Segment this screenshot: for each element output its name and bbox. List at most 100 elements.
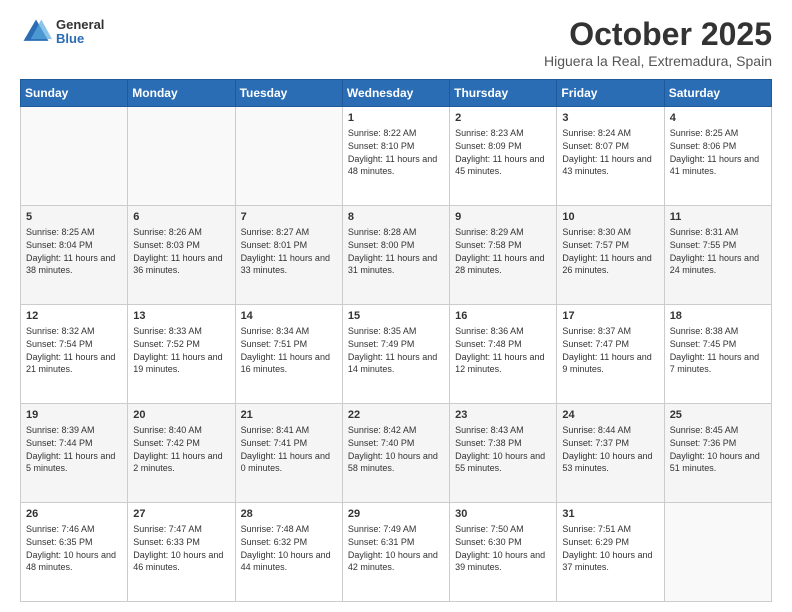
calendar-header-thursday: Thursday bbox=[450, 80, 557, 107]
calendar-cell: 22Sunrise: 8:42 AMSunset: 7:40 PMDayligh… bbox=[342, 404, 449, 503]
day-number: 25 bbox=[670, 408, 766, 423]
calendar-cell: 3Sunrise: 8:24 AMSunset: 8:07 PMDaylight… bbox=[557, 107, 664, 206]
calendar-cell: 29Sunrise: 7:49 AMSunset: 6:31 PMDayligh… bbox=[342, 503, 449, 602]
cell-info: Sunrise: 7:46 AMSunset: 6:35 PMDaylight:… bbox=[26, 523, 122, 573]
cell-info: Sunrise: 7:50 AMSunset: 6:30 PMDaylight:… bbox=[455, 523, 551, 573]
page: General Blue October 2025 Higuera la Rea… bbox=[0, 0, 792, 612]
day-number: 23 bbox=[455, 408, 551, 423]
calendar-cell: 17Sunrise: 8:37 AMSunset: 7:47 PMDayligh… bbox=[557, 305, 664, 404]
calendar-cell: 27Sunrise: 7:47 AMSunset: 6:33 PMDayligh… bbox=[128, 503, 235, 602]
day-number: 19 bbox=[26, 408, 122, 423]
cell-info: Sunrise: 8:42 AMSunset: 7:40 PMDaylight:… bbox=[348, 424, 444, 474]
cell-info: Sunrise: 8:35 AMSunset: 7:49 PMDaylight:… bbox=[348, 325, 444, 375]
main-title: October 2025 bbox=[544, 16, 772, 53]
cell-info: Sunrise: 8:36 AMSunset: 7:48 PMDaylight:… bbox=[455, 325, 551, 375]
calendar-header-friday: Friday bbox=[557, 80, 664, 107]
calendar-cell: 7Sunrise: 8:27 AMSunset: 8:01 PMDaylight… bbox=[235, 206, 342, 305]
day-number: 28 bbox=[241, 507, 337, 522]
cell-info: Sunrise: 7:51 AMSunset: 6:29 PMDaylight:… bbox=[562, 523, 658, 573]
calendar-week-5: 26Sunrise: 7:46 AMSunset: 6:35 PMDayligh… bbox=[21, 503, 772, 602]
cell-info: Sunrise: 7:47 AMSunset: 6:33 PMDaylight:… bbox=[133, 523, 229, 573]
day-number: 6 bbox=[133, 210, 229, 225]
day-number: 17 bbox=[562, 309, 658, 324]
cell-info: Sunrise: 8:43 AMSunset: 7:38 PMDaylight:… bbox=[455, 424, 551, 474]
cell-info: Sunrise: 8:45 AMSunset: 7:36 PMDaylight:… bbox=[670, 424, 766, 474]
calendar-cell: 2Sunrise: 8:23 AMSunset: 8:09 PMDaylight… bbox=[450, 107, 557, 206]
calendar-cell bbox=[664, 503, 771, 602]
calendar-header-row: SundayMondayTuesdayWednesdayThursdayFrid… bbox=[21, 80, 772, 107]
calendar-cell: 28Sunrise: 7:48 AMSunset: 6:32 PMDayligh… bbox=[235, 503, 342, 602]
day-number: 18 bbox=[670, 309, 766, 324]
calendar-header-sunday: Sunday bbox=[21, 80, 128, 107]
day-number: 10 bbox=[562, 210, 658, 225]
cell-info: Sunrise: 8:27 AMSunset: 8:01 PMDaylight:… bbox=[241, 226, 337, 276]
calendar-cell: 1Sunrise: 8:22 AMSunset: 8:10 PMDaylight… bbox=[342, 107, 449, 206]
cell-info: Sunrise: 8:25 AMSunset: 8:06 PMDaylight:… bbox=[670, 127, 766, 177]
day-number: 31 bbox=[562, 507, 658, 522]
calendar-cell: 16Sunrise: 8:36 AMSunset: 7:48 PMDayligh… bbox=[450, 305, 557, 404]
logo-blue: Blue bbox=[56, 32, 104, 46]
cell-info: Sunrise: 8:33 AMSunset: 7:52 PMDaylight:… bbox=[133, 325, 229, 375]
calendar-cell: 19Sunrise: 8:39 AMSunset: 7:44 PMDayligh… bbox=[21, 404, 128, 503]
calendar-cell: 20Sunrise: 8:40 AMSunset: 7:42 PMDayligh… bbox=[128, 404, 235, 503]
cell-info: Sunrise: 8:44 AMSunset: 7:37 PMDaylight:… bbox=[562, 424, 658, 474]
day-number: 15 bbox=[348, 309, 444, 324]
calendar-cell: 10Sunrise: 8:30 AMSunset: 7:57 PMDayligh… bbox=[557, 206, 664, 305]
cell-info: Sunrise: 8:38 AMSunset: 7:45 PMDaylight:… bbox=[670, 325, 766, 375]
day-number: 2 bbox=[455, 111, 551, 126]
day-number: 8 bbox=[348, 210, 444, 225]
cell-info: Sunrise: 7:49 AMSunset: 6:31 PMDaylight:… bbox=[348, 523, 444, 573]
day-number: 3 bbox=[562, 111, 658, 126]
calendar-week-3: 12Sunrise: 8:32 AMSunset: 7:54 PMDayligh… bbox=[21, 305, 772, 404]
day-number: 12 bbox=[26, 309, 122, 324]
day-number: 16 bbox=[455, 309, 551, 324]
cell-info: Sunrise: 8:24 AMSunset: 8:07 PMDaylight:… bbox=[562, 127, 658, 177]
cell-info: Sunrise: 8:37 AMSunset: 7:47 PMDaylight:… bbox=[562, 325, 658, 375]
day-number: 22 bbox=[348, 408, 444, 423]
calendar-cell bbox=[235, 107, 342, 206]
cell-info: Sunrise: 8:34 AMSunset: 7:51 PMDaylight:… bbox=[241, 325, 337, 375]
calendar-header-wednesday: Wednesday bbox=[342, 80, 449, 107]
cell-info: Sunrise: 8:30 AMSunset: 7:57 PMDaylight:… bbox=[562, 226, 658, 276]
day-number: 5 bbox=[26, 210, 122, 225]
header: General Blue October 2025 Higuera la Rea… bbox=[20, 16, 772, 69]
day-number: 24 bbox=[562, 408, 658, 423]
day-number: 27 bbox=[133, 507, 229, 522]
day-number: 9 bbox=[455, 210, 551, 225]
calendar-cell bbox=[21, 107, 128, 206]
cell-info: Sunrise: 8:23 AMSunset: 8:09 PMDaylight:… bbox=[455, 127, 551, 177]
cell-info: Sunrise: 8:25 AMSunset: 8:04 PMDaylight:… bbox=[26, 226, 122, 276]
calendar-cell: 30Sunrise: 7:50 AMSunset: 6:30 PMDayligh… bbox=[450, 503, 557, 602]
calendar-cell: 4Sunrise: 8:25 AMSunset: 8:06 PMDaylight… bbox=[664, 107, 771, 206]
calendar-cell: 21Sunrise: 8:41 AMSunset: 7:41 PMDayligh… bbox=[235, 404, 342, 503]
cell-info: Sunrise: 8:39 AMSunset: 7:44 PMDaylight:… bbox=[26, 424, 122, 474]
day-number: 29 bbox=[348, 507, 444, 522]
calendar-cell: 24Sunrise: 8:44 AMSunset: 7:37 PMDayligh… bbox=[557, 404, 664, 503]
calendar-cell: 8Sunrise: 8:28 AMSunset: 8:00 PMDaylight… bbox=[342, 206, 449, 305]
calendar-header-monday: Monday bbox=[128, 80, 235, 107]
calendar: SundayMondayTuesdayWednesdayThursdayFrid… bbox=[20, 79, 772, 602]
calendar-header-tuesday: Tuesday bbox=[235, 80, 342, 107]
title-block: October 2025 Higuera la Real, Extremadur… bbox=[544, 16, 772, 69]
day-number: 14 bbox=[241, 309, 337, 324]
calendar-cell: 26Sunrise: 7:46 AMSunset: 6:35 PMDayligh… bbox=[21, 503, 128, 602]
calendar-header-saturday: Saturday bbox=[664, 80, 771, 107]
calendar-cell: 15Sunrise: 8:35 AMSunset: 7:49 PMDayligh… bbox=[342, 305, 449, 404]
cell-info: Sunrise: 8:40 AMSunset: 7:42 PMDaylight:… bbox=[133, 424, 229, 474]
day-number: 30 bbox=[455, 507, 551, 522]
calendar-cell: 13Sunrise: 8:33 AMSunset: 7:52 PMDayligh… bbox=[128, 305, 235, 404]
cell-info: Sunrise: 8:31 AMSunset: 7:55 PMDaylight:… bbox=[670, 226, 766, 276]
day-number: 13 bbox=[133, 309, 229, 324]
calendar-cell: 31Sunrise: 7:51 AMSunset: 6:29 PMDayligh… bbox=[557, 503, 664, 602]
day-number: 26 bbox=[26, 507, 122, 522]
cell-info: Sunrise: 8:26 AMSunset: 8:03 PMDaylight:… bbox=[133, 226, 229, 276]
calendar-cell: 11Sunrise: 8:31 AMSunset: 7:55 PMDayligh… bbox=[664, 206, 771, 305]
day-number: 11 bbox=[670, 210, 766, 225]
calendar-week-2: 5Sunrise: 8:25 AMSunset: 8:04 PMDaylight… bbox=[21, 206, 772, 305]
cell-info: Sunrise: 8:41 AMSunset: 7:41 PMDaylight:… bbox=[241, 424, 337, 474]
calendar-cell bbox=[128, 107, 235, 206]
calendar-cell: 5Sunrise: 8:25 AMSunset: 8:04 PMDaylight… bbox=[21, 206, 128, 305]
cell-info: Sunrise: 7:48 AMSunset: 6:32 PMDaylight:… bbox=[241, 523, 337, 573]
day-number: 20 bbox=[133, 408, 229, 423]
calendar-cell: 9Sunrise: 8:29 AMSunset: 7:58 PMDaylight… bbox=[450, 206, 557, 305]
